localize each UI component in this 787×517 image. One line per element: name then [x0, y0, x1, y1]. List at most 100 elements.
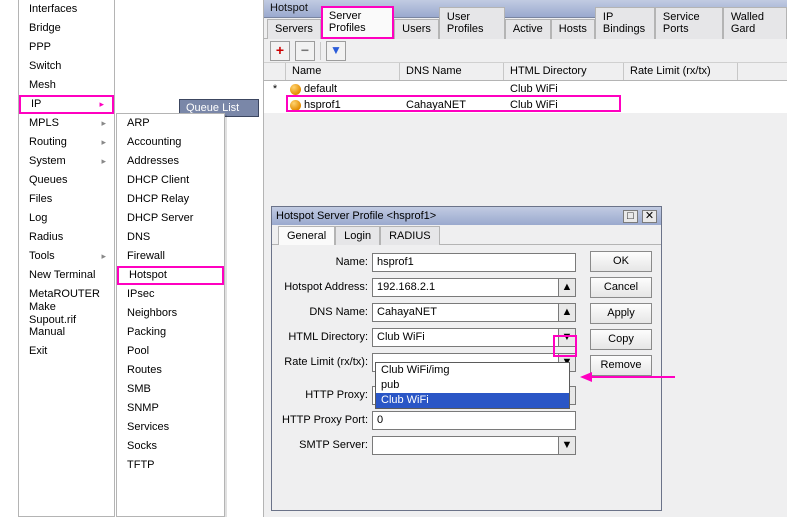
hport-input[interactable]: 0 — [372, 411, 576, 430]
submenu-item-dns[interactable]: DNS — [117, 228, 224, 247]
copy-button[interactable]: Copy — [590, 329, 652, 350]
menu-item-routing[interactable]: Routing▸ — [19, 133, 114, 152]
dropdown-option[interactable]: Club WiFi/img — [376, 363, 569, 378]
html-directory-dropdown[interactable]: Club WiFi/imgpubClub WiFi — [375, 362, 570, 409]
col-dns[interactable]: DNS Name — [400, 63, 504, 80]
remove-button[interactable]: − — [295, 41, 315, 61]
chevron-right-icon: ▸ — [99, 100, 104, 110]
window-close-button[interactable]: ✕ — [642, 210, 657, 223]
cell-dns: CahayaNET — [400, 99, 504, 111]
smtp-input[interactable] — [372, 436, 559, 455]
submenu-item-socks[interactable]: Socks — [117, 437, 224, 456]
submenu-item-hotspot[interactable]: Hotspot — [117, 266, 224, 285]
dns-input[interactable]: CahayaNET — [372, 303, 559, 322]
profile-tab-radius[interactable]: RADIUS — [380, 226, 440, 245]
triangle-down-icon: ▼ — [562, 331, 573, 343]
col-html[interactable]: HTML Directory — [504, 63, 624, 80]
profile-tab-general[interactable]: General — [278, 226, 335, 245]
profile-titlebar[interactable]: Hotspot Server Profile <hsprof1> □ ✕ — [272, 207, 661, 225]
col-blank[interactable] — [264, 63, 286, 80]
menu-item-manual[interactable]: Manual — [19, 323, 114, 342]
submenu-item-snmp[interactable]: SNMP — [117, 399, 224, 418]
col-rate[interactable]: Rate Limit (rx/tx) — [624, 63, 738, 80]
submenu-item-dhcp-server[interactable]: DHCP Server — [117, 209, 224, 228]
addr-up[interactable]: ▲ — [559, 278, 576, 297]
smtp-down[interactable]: ▼ — [559, 436, 576, 455]
addr-input[interactable]: 192.168.2.1 — [372, 278, 559, 297]
grid-header: Name DNS Name HTML Directory Rate Limit … — [264, 63, 787, 81]
menu-item-ip[interactable]: IP▸ — [19, 95, 114, 114]
menu-item-interfaces[interactable]: Interfaces — [19, 0, 114, 19]
submenu-item-ipsec[interactable]: IPsec — [117, 285, 224, 304]
dns-label: DNS Name: — [276, 306, 372, 318]
plus-icon: + — [276, 43, 284, 58]
chevron-right-icon: ▸ — [101, 119, 106, 129]
menu-item-queues[interactable]: Queues — [19, 171, 114, 190]
menu-item-log[interactable]: Log — [19, 209, 114, 228]
menu-item-make-supout-rif[interactable]: Make Supout.rif — [19, 304, 114, 323]
rate-label: Rate Limit (rx/tx): — [276, 356, 372, 368]
tab-server-profiles[interactable]: Server Profiles — [321, 6, 394, 39]
profile-icon — [290, 84, 301, 95]
tab-walled-gard[interactable]: Walled Gard — [723, 7, 787, 39]
submenu-item-pool[interactable]: Pool — [117, 342, 224, 361]
funnel-icon: ▼ — [330, 44, 342, 57]
submenu-item-tftp[interactable]: TFTP — [117, 456, 224, 475]
window-up-button[interactable]: □ — [623, 210, 638, 223]
tab-service-ports[interactable]: Service Ports — [655, 7, 723, 39]
menu-item-new-terminal[interactable]: New Terminal — [19, 266, 114, 285]
add-button[interactable]: + — [270, 41, 290, 61]
submenu-item-services[interactable]: Services — [117, 418, 224, 437]
close-icon: ✕ — [645, 210, 654, 222]
tab-user-profiles[interactable]: User Profiles — [439, 7, 505, 39]
submenu-item-dhcp-client[interactable]: DHCP Client — [117, 171, 224, 190]
tab-hosts[interactable]: Hosts — [551, 19, 595, 39]
tab-active[interactable]: Active — [505, 19, 551, 39]
addr-label: Hotspot Address: — [276, 281, 372, 293]
cancel-button[interactable]: Cancel — [590, 277, 652, 298]
menu-item-exit[interactable]: Exit — [19, 342, 114, 361]
remove-button[interactable]: Remove — [590, 355, 652, 376]
menu-item-ppp[interactable]: PPP — [19, 38, 114, 57]
ok-button[interactable]: OK — [590, 251, 652, 272]
name-input[interactable]: hsprof1 — [372, 253, 576, 272]
dns-up[interactable]: ▲ — [559, 303, 576, 322]
html-dropdown-button[interactable]: ▼ — [559, 328, 576, 347]
dropdown-option[interactable]: Club WiFi — [376, 393, 569, 408]
submenu-item-arp[interactable]: ARP — [117, 114, 224, 133]
menu-item-radius[interactable]: Radius — [19, 228, 114, 247]
html-input[interactable]: Club WiFi — [372, 328, 559, 347]
table-row[interactable]: *defaultClub WiFi — [264, 81, 787, 97]
menu-item-tools[interactable]: Tools▸ — [19, 247, 114, 266]
submenu-item-dhcp-relay[interactable]: DHCP Relay — [117, 190, 224, 209]
submenu-item-smb[interactable]: SMB — [117, 380, 224, 399]
minus-icon: − — [301, 43, 309, 58]
submenu-item-routes[interactable]: Routes — [117, 361, 224, 380]
menu-item-mpls[interactable]: MPLS▸ — [19, 114, 114, 133]
submenu-item-packing[interactable]: Packing — [117, 323, 224, 342]
submenu-item-firewall[interactable]: Firewall — [117, 247, 224, 266]
menu-item-bridge[interactable]: Bridge — [19, 19, 114, 38]
cell-html: Club WiFi — [504, 99, 624, 111]
col-name[interactable]: Name — [286, 63, 400, 80]
filter-button[interactable]: ▼ — [326, 41, 346, 61]
tab-users[interactable]: Users — [394, 19, 439, 39]
tab-ip-bindings[interactable]: IP Bindings — [595, 7, 655, 39]
dropdown-option[interactable]: pub — [376, 378, 569, 393]
profile-icon — [290, 100, 301, 111]
cell-name: hsprof1 — [286, 99, 400, 111]
menu-item-switch[interactable]: Switch — [19, 57, 114, 76]
menu-item-mesh[interactable]: Mesh — [19, 76, 114, 95]
chevron-right-icon: ▸ — [101, 157, 106, 167]
submenu-item-addresses[interactable]: Addresses — [117, 152, 224, 171]
menu-item-system[interactable]: System▸ — [19, 152, 114, 171]
table-row[interactable]: hsprof1CahayaNETClub WiFi — [264, 97, 787, 113]
submenu-item-accounting[interactable]: Accounting — [117, 133, 224, 152]
menu-item-files[interactable]: Files — [19, 190, 114, 209]
profile-tabs: GeneralLoginRADIUS — [272, 225, 661, 245]
triangle-up-icon: ▲ — [562, 281, 573, 293]
tab-servers[interactable]: Servers — [267, 19, 321, 39]
submenu-item-neighbors[interactable]: Neighbors — [117, 304, 224, 323]
profile-tab-login[interactable]: Login — [335, 226, 380, 245]
apply-button[interactable]: Apply — [590, 303, 652, 324]
